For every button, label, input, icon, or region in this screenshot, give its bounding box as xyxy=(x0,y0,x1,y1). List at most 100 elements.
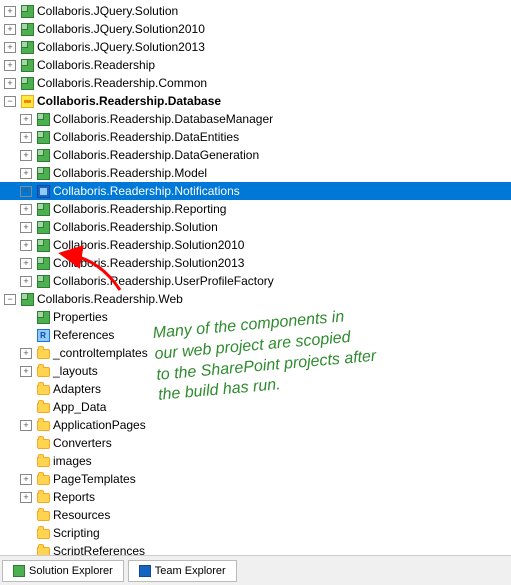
tree-item-icon xyxy=(35,255,51,271)
tree-item-label: Resources xyxy=(53,508,110,522)
tree-item[interactable]: + Collaboris.Readership.Solution2013 xyxy=(0,254,511,272)
tree-item[interactable]: + Collaboris.Readership.Reporting xyxy=(0,200,511,218)
tree-item[interactable]: +Collaboris.Readership.Model xyxy=(0,164,511,182)
tree-expander[interactable]: − xyxy=(2,291,18,307)
tree-expander[interactable]: + xyxy=(2,3,18,19)
tree-item-icon xyxy=(35,345,51,361)
tree-item[interactable]: +Scripting xyxy=(0,524,511,542)
tree-item-icon xyxy=(35,453,51,469)
tree-item-icon xyxy=(35,147,51,163)
main-area: +Collaboris.JQuery.Solution+Collaboris.J… xyxy=(0,0,511,555)
tree-expander[interactable]: + xyxy=(2,21,18,37)
tree-item[interactable]: + ScriptReferences xyxy=(0,542,511,555)
tree-item[interactable]: +Converters xyxy=(0,434,511,452)
tree-item-label: PageTemplates xyxy=(53,472,136,486)
tree-expander[interactable]: + xyxy=(18,363,34,379)
tree-item-label: Collaboris.Readership.Solution2013 xyxy=(53,256,244,270)
tree-item-label: Collaboris.Readership.Reporting xyxy=(53,202,226,216)
tree-item[interactable]: +Collaboris.JQuery.Solution xyxy=(0,2,511,20)
tree-expander[interactable]: + xyxy=(18,129,34,145)
tree-item-label: Reports xyxy=(53,490,95,504)
tree-expander[interactable]: + xyxy=(18,345,34,361)
tree-expander[interactable]: + xyxy=(18,327,34,343)
tree-expander[interactable]: + xyxy=(18,399,34,415)
tree-expander[interactable]: + xyxy=(18,507,34,523)
tree-expander[interactable]: + xyxy=(18,183,34,199)
tree-item-icon xyxy=(19,93,35,109)
tree-item[interactable]: +RReferences xyxy=(0,326,511,344)
tree-item[interactable]: + Collaboris.Readership.Solution2010 xyxy=(0,236,511,254)
tree-item[interactable]: + Properties xyxy=(0,308,511,326)
tree-item-label: Collaboris.Readership.Solution xyxy=(53,220,218,234)
tab-team-explorer[interactable]: Team Explorer xyxy=(128,560,237,582)
tree-item-label: Collaboris.Readership.Common xyxy=(37,76,207,90)
tree-item-label: Collaboris.Readership.Solution2010 xyxy=(53,238,244,252)
tree-item-icon xyxy=(35,183,51,199)
tree-item-label: ApplicationPages xyxy=(53,418,146,432)
tree-expander[interactable]: + xyxy=(18,201,34,217)
tree-item[interactable]: + images xyxy=(0,452,511,470)
tab-solution-explorer[interactable]: Solution Explorer xyxy=(2,560,124,582)
tree-item-label: Collaboris.Readership.UserProfileFactory xyxy=(53,274,274,288)
tree-expander[interactable]: + xyxy=(2,57,18,73)
tree-item-label: Collaboris.Readership.Web xyxy=(37,292,183,306)
tree-expander[interactable]: + xyxy=(18,381,34,397)
tree-item-label: _controltemplates xyxy=(53,346,148,360)
tree-item[interactable]: +Collaboris.Readership.DataEntities xyxy=(0,128,511,146)
tree-expander[interactable]: + xyxy=(18,273,34,289)
tree-expander[interactable]: + xyxy=(18,543,34,555)
tree-expander[interactable]: + xyxy=(18,147,34,163)
tree-item[interactable]: + _controltemplates xyxy=(0,344,511,362)
tree-item[interactable]: + Collaboris.JQuery.Solution2013 xyxy=(0,38,511,56)
tree-expander[interactable]: + xyxy=(18,219,34,235)
tree-item[interactable]: + _layouts xyxy=(0,362,511,380)
tree-item[interactable]: + Resources xyxy=(0,506,511,524)
tree-expander[interactable]: + xyxy=(18,525,34,541)
tree-expander[interactable]: + xyxy=(18,489,34,505)
tree-item-icon xyxy=(35,507,51,523)
tree-item-icon xyxy=(35,111,51,127)
tree-item[interactable]: +Collaboris.Readership.DataGeneration xyxy=(0,146,511,164)
tree-item[interactable]: + Collaboris.Readership.UserProfileFactor… xyxy=(0,272,511,290)
tree-item-label: _layouts xyxy=(53,364,98,378)
tree-item-icon xyxy=(35,201,51,217)
tree-expander[interactable]: + xyxy=(18,255,34,271)
tree-item[interactable]: +Collaboris.Readership.Notifications xyxy=(0,182,511,200)
tree-item[interactable]: + Collaboris.Readership.Common xyxy=(0,74,511,92)
tree-expander[interactable]: + xyxy=(18,453,34,469)
team-explorer-icon xyxy=(139,565,151,577)
tree-item-label: Collaboris.Readership.DatabaseManager xyxy=(53,112,273,126)
tree-item[interactable]: −Collaboris.Readership.Database xyxy=(0,92,511,110)
tab-solution-explorer-label: Solution Explorer xyxy=(29,565,113,577)
tree-item[interactable]: + Collaboris.Readership.DatabaseManager xyxy=(0,110,511,128)
bottom-tab-bar: Solution Explorer Team Explorer xyxy=(0,555,511,585)
tree-item-label: Collaboris.JQuery.Solution2013 xyxy=(37,40,205,54)
tree-item[interactable]: + Reports xyxy=(0,488,511,506)
tree-item-icon xyxy=(35,273,51,289)
tree-item[interactable]: + Collaboris.Readership.Solution xyxy=(0,218,511,236)
tree-expander[interactable]: + xyxy=(18,435,34,451)
tree-expander[interactable]: + xyxy=(18,309,34,325)
tree-item-icon xyxy=(35,129,51,145)
tree-item[interactable]: +Collaboris.Readership xyxy=(0,56,511,74)
tree-item[interactable]: +App_Data xyxy=(0,398,511,416)
tree-item-label: ScriptReferences xyxy=(53,544,145,555)
solution-explorer-icon xyxy=(13,565,25,577)
tree-item-icon xyxy=(19,3,35,19)
tree-expander[interactable]: + xyxy=(18,111,34,127)
tree-expander[interactable]: + xyxy=(18,165,34,181)
tree-expander[interactable]: + xyxy=(18,237,34,253)
tree-expander[interactable]: + xyxy=(18,471,34,487)
tree-expander[interactable]: + xyxy=(18,417,34,433)
tree-item-icon xyxy=(19,291,35,307)
tree-item[interactable]: + ApplicationPages xyxy=(0,416,511,434)
tree-expander[interactable]: + xyxy=(2,39,18,55)
tree-item[interactable]: +Collaboris.JQuery.Solution2010 xyxy=(0,20,511,38)
tree-item[interactable]: − Collaboris.Readership.Web xyxy=(0,290,511,308)
tree-item[interactable]: +Adapters xyxy=(0,380,511,398)
tree-item[interactable]: + PageTemplates xyxy=(0,470,511,488)
tree-item-label: images xyxy=(53,454,92,468)
tree-expander[interactable]: − xyxy=(2,93,18,109)
tree-item-label: Properties xyxy=(53,310,108,324)
tree-expander[interactable]: + xyxy=(2,75,18,91)
